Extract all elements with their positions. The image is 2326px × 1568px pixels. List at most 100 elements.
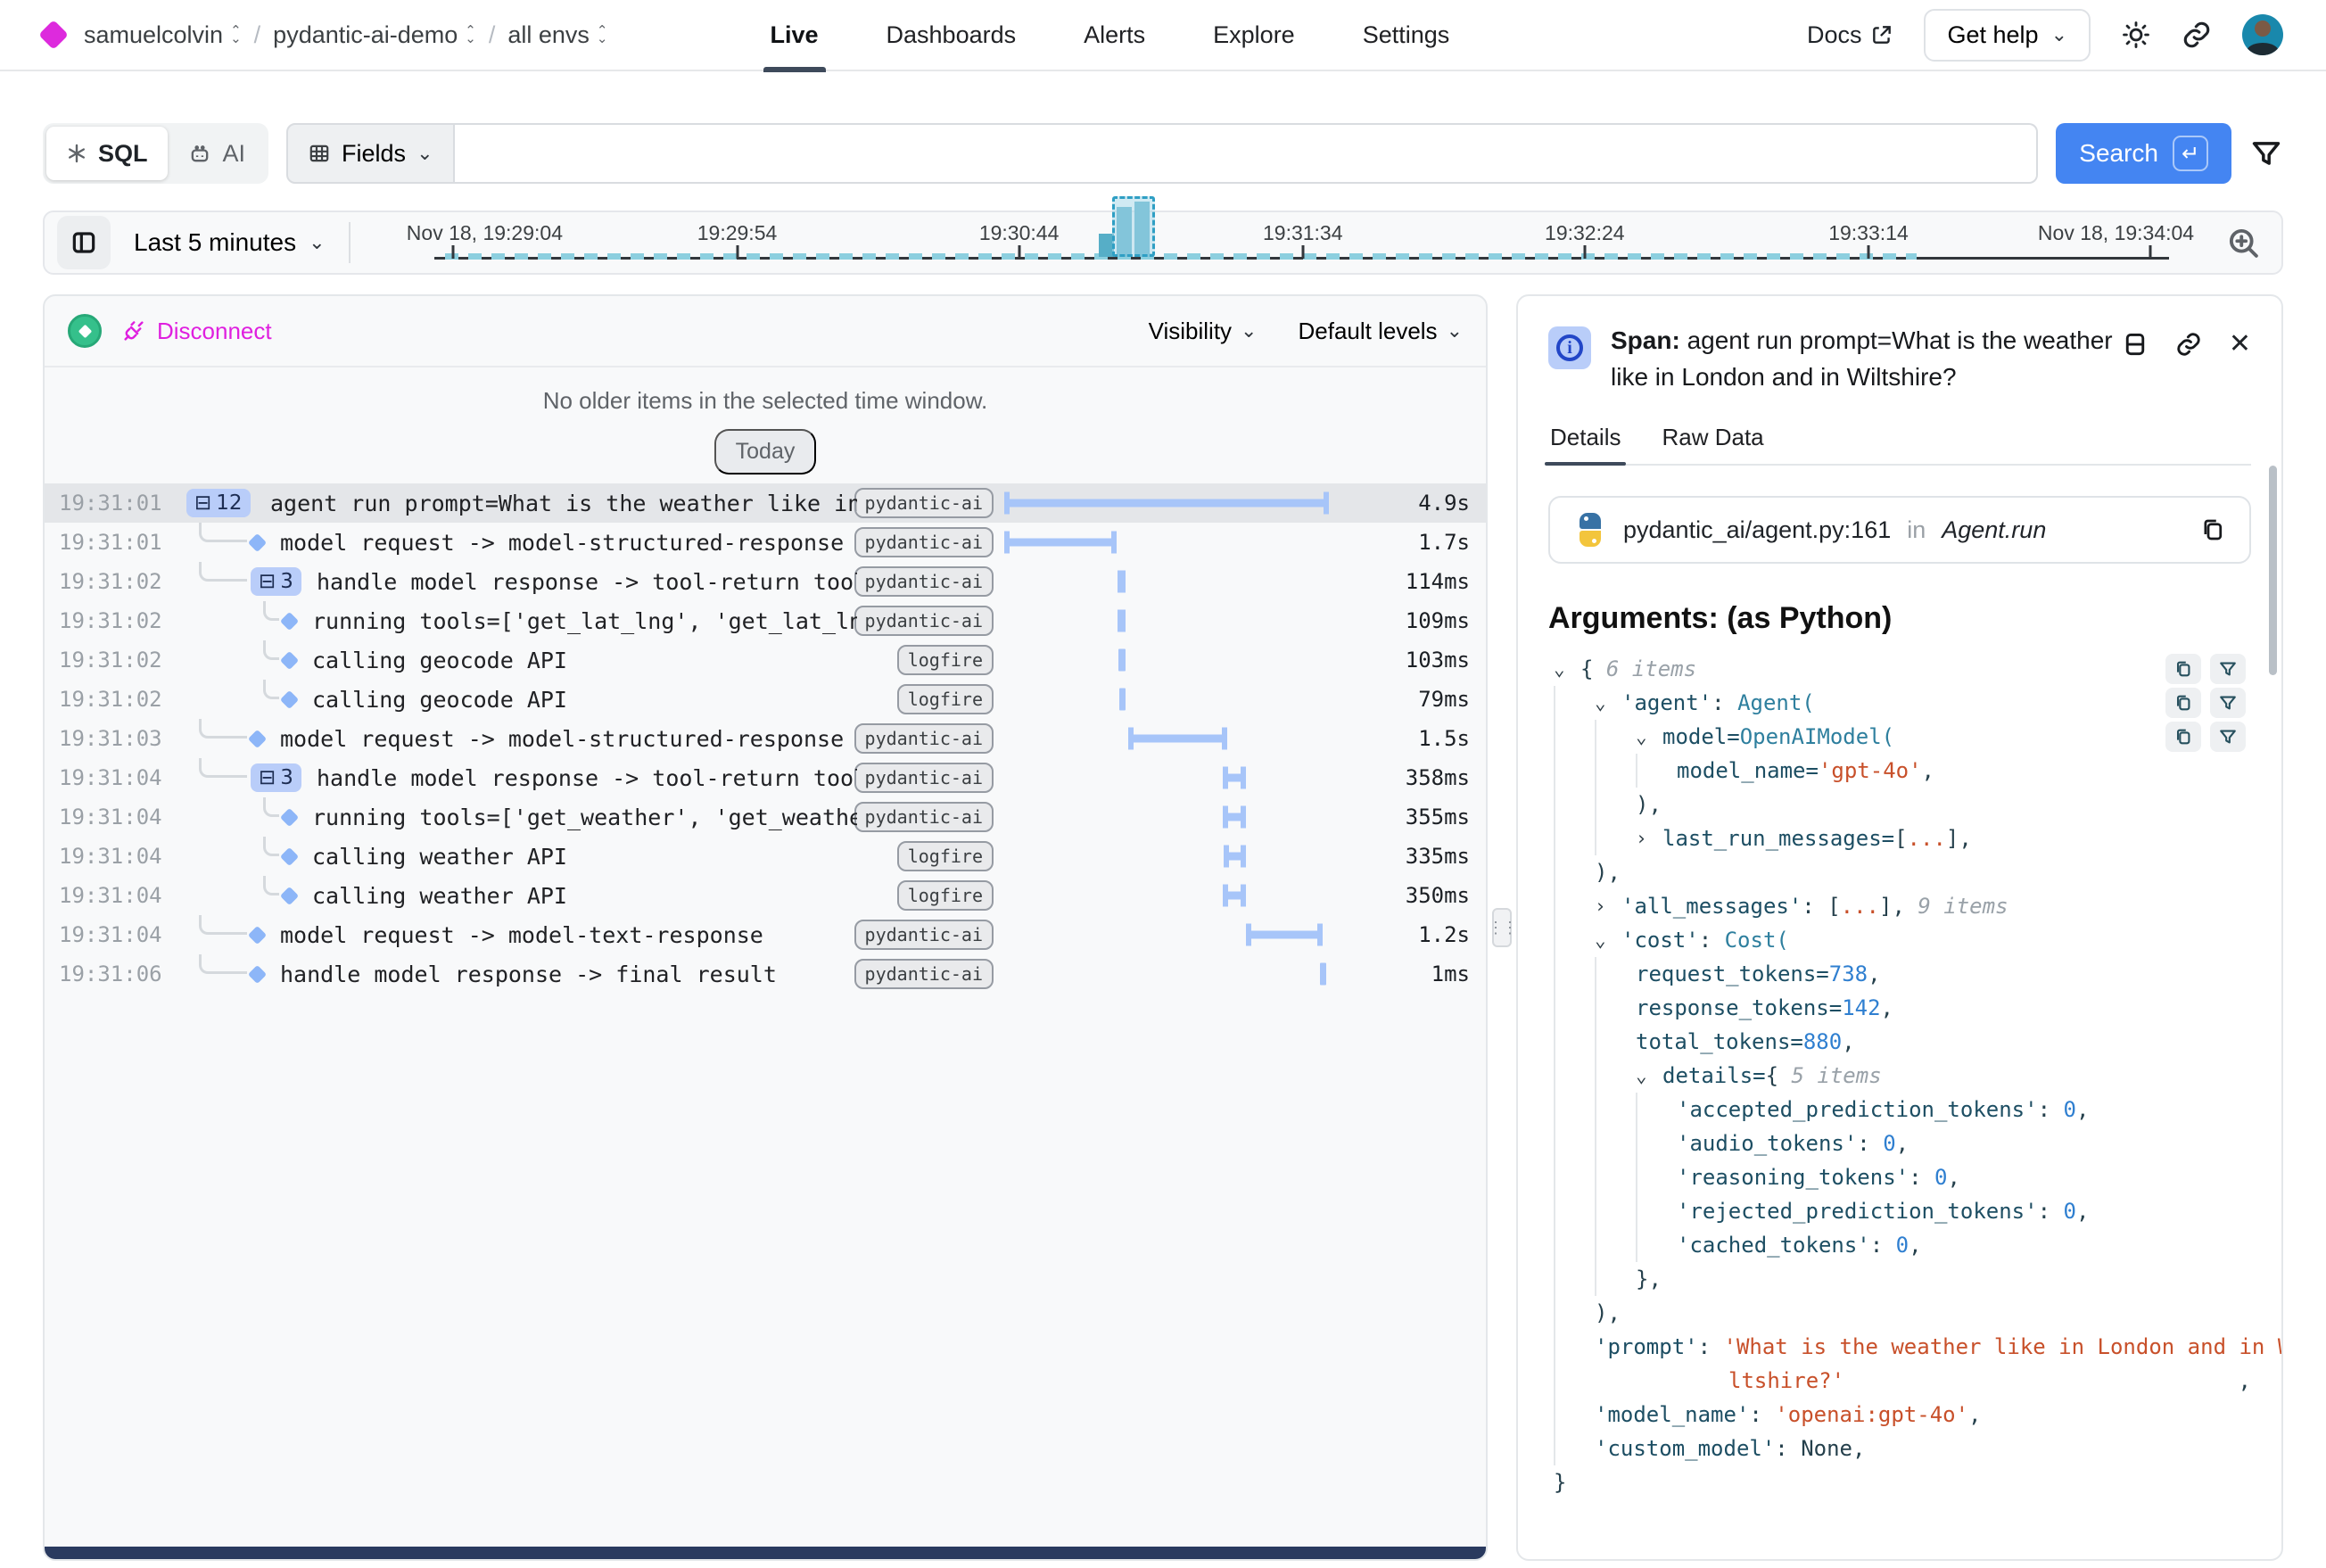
histogram-selection[interactable] <box>1112 196 1155 257</box>
tab-alerts[interactable]: Alerts <box>1082 0 1147 72</box>
tag-pill[interactable]: logfire <box>897 880 994 911</box>
breadcrumb-project[interactable]: pydantic-ai-demo ⌃⌄ <box>273 21 476 49</box>
fields-dropdown[interactable]: Fields ⌄ <box>286 123 454 184</box>
search-input[interactable] <box>455 123 2039 184</box>
expand-chevron-icon[interactable]: › <box>1595 895 1621 917</box>
trace-row[interactable]: 19:31:04model request -> model-text-resp… <box>45 915 1486 954</box>
trace-row[interactable]: 19:31:04⊟3handle model response -> tool-… <box>45 758 1486 797</box>
tag-pill[interactable]: pydantic-ai <box>854 959 994 989</box>
duration-bar[interactable] <box>1224 853 1246 861</box>
collapse-badge[interactable]: ⊟3 <box>251 567 301 596</box>
tag-pill[interactable]: logfire <box>897 645 994 675</box>
sidebar-toggle-button[interactable] <box>57 216 111 269</box>
tab-dashboards[interactable]: Dashboards <box>885 0 1019 72</box>
duration-bar[interactable] <box>1004 539 1117 547</box>
visibility-dropdown[interactable]: Visibility ⌄ <box>1149 318 1258 345</box>
expand-chevron-icon[interactable]: › <box>1636 828 1662 849</box>
search-button[interactable]: Search ↵ <box>2056 123 2231 184</box>
time-range-dropdown[interactable]: Last 5 minutes ⌄ <box>111 228 349 257</box>
duration-bar[interactable] <box>1004 499 1329 508</box>
collapse-chevron-icon[interactable]: ⌄ <box>1554 658 1580 680</box>
source-location[interactable]: pydantic_ai/agent.py:161 in Agent.run <box>1548 496 2251 564</box>
tag-pill[interactable]: pydantic-ai <box>854 606 994 636</box>
disconnect-button[interactable]: Disconnect <box>121 318 272 345</box>
tab-settings[interactable]: Settings <box>1361 0 1452 72</box>
default-levels-dropdown[interactable]: Default levels ⌄ <box>1298 318 1463 345</box>
query-mode-switch: SQL AI <box>43 123 268 184</box>
sql-mode-button[interactable]: SQL <box>46 127 168 180</box>
panel-resize-handle[interactable]: ⋮⋮ <box>1492 908 1512 947</box>
breadcrumb-org[interactable]: samuelcolvin ⌃⌄ <box>84 21 242 49</box>
duration-bar[interactable] <box>1223 892 1246 900</box>
trace-row[interactable]: 19:31:03model request -> model-structure… <box>45 719 1486 758</box>
tab-raw-data[interactable]: Raw Data <box>1660 417 1765 464</box>
tab-explore[interactable]: Explore <box>1211 0 1297 72</box>
tag-pill[interactable]: pydantic-ai <box>854 763 994 793</box>
trace-row[interactable]: 19:31:02calling geocode APIlogfire79ms <box>45 680 1486 719</box>
ai-mode-button[interactable]: AI <box>168 127 266 180</box>
collapse-badge[interactable]: ⊟3 <box>251 763 301 792</box>
tag-pill[interactable]: pydantic-ai <box>854 802 994 832</box>
duration-bar[interactable] <box>1246 931 1323 939</box>
tag-pill[interactable]: pydantic-ai <box>854 488 994 518</box>
theme-toggle-button[interactable] <box>2121 20 2151 50</box>
duration-bar[interactable] <box>1223 813 1246 821</box>
collapse-chevron-icon[interactable]: ⌄ <box>1595 692 1621 714</box>
get-help-button[interactable]: Get help ⌄ <box>1924 9 2091 62</box>
trace-row[interactable]: 19:31:04running tools=['get_weather', 'g… <box>45 797 1486 837</box>
filter-value-button[interactable] <box>2210 722 2246 752</box>
copy-value-button[interactable] <box>2165 722 2201 752</box>
tab-live[interactable]: Live <box>769 0 821 72</box>
trace-row[interactable]: 19:31:01⊟12agent run prompt=What is the … <box>45 483 1486 523</box>
share-link-button[interactable] <box>2182 20 2212 50</box>
live-tail-bar[interactable] <box>45 1547 1486 1559</box>
filter-value-button[interactable] <box>2210 688 2246 718</box>
duration-bar[interactable] <box>1223 774 1247 782</box>
indent-guide <box>1554 1194 1595 1228</box>
trace-row[interactable]: 19:31:04calling weather APIlogfire350ms <box>45 876 1486 915</box>
scrollbar-thumb[interactable] <box>2269 466 2277 675</box>
duration-bar[interactable] <box>1119 689 1126 711</box>
dock-panel-button[interactable] <box>2122 328 2149 359</box>
tag-pill[interactable]: pydantic-ai <box>854 920 994 950</box>
duration-bar[interactable] <box>1320 963 1326 986</box>
breadcrumb-env[interactable]: all envs ⌃⌄ <box>507 21 607 49</box>
filter-button[interactable] <box>2249 136 2283 170</box>
trace-row[interactable]: 19:31:06handle model response -> final r… <box>45 954 1486 994</box>
duration-bar[interactable] <box>1118 617 1126 625</box>
histogram-bar[interactable] <box>1099 234 1114 257</box>
tag-pill[interactable]: pydantic-ai <box>854 527 994 557</box>
today-button[interactable]: Today <box>714 429 817 475</box>
filter-value-button[interactable] <box>2210 654 2246 684</box>
duration-bar[interactable] <box>1128 735 1227 743</box>
timeline[interactable]: Nov 18, 19:29:0419:29:5419:30:4419:31:34… <box>365 212 2219 273</box>
copy-value-button[interactable] <box>2165 688 2201 718</box>
duration-bar[interactable] <box>1118 578 1126 586</box>
tag-pill[interactable]: pydantic-ai <box>854 566 994 597</box>
copy-link-button[interactable] <box>2175 328 2202 359</box>
collapse-chevron-icon[interactable]: ⌄ <box>1636 726 1662 747</box>
trace-row[interactable]: 19:31:01model request -> model-structure… <box>45 523 1486 562</box>
collapse-chevron-icon[interactable]: ⌄ <box>1595 929 1621 951</box>
collapse-badge[interactable]: ⊟12 <box>186 489 251 517</box>
tag-pill[interactable]: pydantic-ai <box>854 723 994 754</box>
close-panel-button[interactable]: ✕ <box>2229 328 2251 359</box>
user-avatar[interactable] <box>2242 14 2283 55</box>
timeline-zoom-button[interactable] <box>2224 224 2262 261</box>
docs-link[interactable]: Docs <box>1807 21 1894 49</box>
tree-connector <box>199 523 247 542</box>
code-token: , <box>1868 961 1880 986</box>
copy-value-button[interactable] <box>2165 654 2201 684</box>
logfire-logo[interactable] <box>38 20 69 50</box>
code-token: 9 items <box>1918 894 2008 919</box>
tab-details[interactable]: Details <box>1548 417 1622 464</box>
trace-row[interactable]: 19:31:04calling weather APIlogfire335ms <box>45 837 1486 876</box>
trace-row[interactable]: 19:31:02running tools=['get_lat_lng', 'g… <box>45 601 1486 640</box>
tag-pill[interactable]: logfire <box>897 841 994 871</box>
collapse-chevron-icon[interactable]: ⌄ <box>1636 1065 1662 1086</box>
tag-pill[interactable]: logfire <box>897 684 994 714</box>
copy-source-button[interactable] <box>2199 516 2226 543</box>
duration-bar[interactable] <box>1118 649 1126 672</box>
trace-row[interactable]: 19:31:02calling geocode APIlogfire103ms <box>45 640 1486 680</box>
trace-row[interactable]: 19:31:02⊟3handle model response -> tool-… <box>45 562 1486 601</box>
